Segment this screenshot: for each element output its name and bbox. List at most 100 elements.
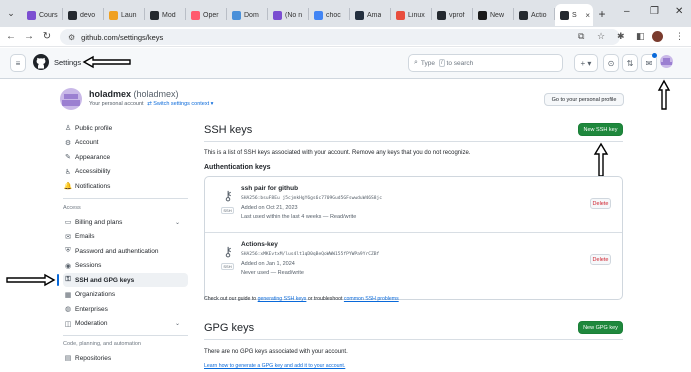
sidebar-divider bbox=[63, 335, 188, 336]
menu-icon[interactable]: ≡ bbox=[10, 54, 26, 72]
new-ssh-key-button[interactable]: New SSH key bbox=[578, 123, 623, 136]
ssh-key-added-date: Added on Jan 1, 2024 bbox=[241, 261, 295, 267]
tab-close-icon[interactable]: × bbox=[585, 11, 590, 20]
sidebar-item-moderation[interactable]: ◫ Moderation ⌄ bbox=[63, 317, 188, 331]
browser-menu-icon[interactable]: ⋮ bbox=[675, 31, 684, 42]
browser-tab[interactable]: Cours bbox=[22, 4, 62, 26]
sidebar-item-label: Enterprises bbox=[75, 305, 108, 313]
credit-card-icon: ▭ bbox=[64, 219, 72, 226]
sidebar-item-emails[interactable]: ✉ Emails bbox=[63, 230, 188, 244]
browser-tab[interactable]: devo bbox=[63, 4, 103, 26]
sidebar-item-notifications[interactable]: 🔔 Notifications bbox=[63, 179, 188, 193]
browser-tab-active[interactable]: S × bbox=[555, 4, 593, 26]
new-tab-button[interactable]: + bbox=[593, 7, 611, 21]
github-logo-icon[interactable] bbox=[33, 54, 49, 70]
browser-tab[interactable]: Actio bbox=[514, 4, 554, 26]
tab-label: Ama bbox=[367, 11, 382, 19]
sidebar-item-public-profile[interactable]: ♙ Public profile bbox=[63, 121, 188, 135]
ssh-key-name: Actions-key bbox=[241, 241, 278, 248]
delete-key-button[interactable]: Delete bbox=[590, 198, 611, 209]
go-to-profile-button[interactable]: Go to your personal profile bbox=[544, 93, 624, 106]
side-panel-icon[interactable]: ◧ bbox=[636, 31, 645, 42]
sidebar-item-ssh-and-gpg-keys[interactable]: ⚿ SSH and GPG keys bbox=[57, 273, 188, 287]
browser-tab[interactable]: (No n bbox=[268, 4, 308, 26]
gear-icon: ⚙ bbox=[64, 139, 72, 147]
browser-tab[interactable]: Laun bbox=[104, 4, 144, 26]
gpg-learn-link[interactable]: Learn how to generate a GPG key and add … bbox=[204, 363, 345, 369]
paintbrush-icon: ✎ bbox=[65, 154, 71, 161]
sidebar-item-organizations[interactable]: ▦ Organizations bbox=[63, 288, 188, 302]
accessibility-icon: ♿ bbox=[64, 168, 72, 176]
sidebar-item-password-and-authentication[interactable]: ⛨ Password and authentication bbox=[63, 244, 188, 258]
forward-arrow-icon[interactable]: → bbox=[20, 31, 38, 42]
sidebar-item-billing-and-plans[interactable]: ▭ Billing and plans ⌄ bbox=[63, 215, 188, 229]
back-arrow-icon[interactable]: ← bbox=[2, 31, 20, 42]
sidebar-item-label: Notifications bbox=[75, 182, 111, 190]
gpg-keys-title: GPG keys bbox=[204, 322, 255, 334]
issues-icon[interactable]: ⊙ bbox=[603, 54, 619, 72]
switch-context-link[interactable]: Switch settings context ▾ bbox=[153, 101, 213, 107]
tab-favicon-icon bbox=[232, 10, 241, 20]
tab-search-chevron-icon[interactable]: ⌄ bbox=[0, 0, 22, 27]
browser-tab[interactable]: vprof bbox=[432, 4, 472, 26]
url-text: github.com/settings/keys bbox=[81, 32, 164, 42]
browser-tab[interactable]: Oper bbox=[186, 4, 226, 26]
site-info-icon[interactable]: ⚙ bbox=[68, 33, 75, 42]
search-icon: ⌕ bbox=[414, 59, 418, 66]
tab-favicon-icon bbox=[273, 10, 282, 20]
user-avatar[interactable] bbox=[660, 55, 673, 68]
browser-profile-avatar[interactable] bbox=[652, 31, 663, 42]
new-gpg-key-button[interactable]: New GPG key bbox=[578, 321, 623, 334]
tab-list: Cours devo Laun Mod Oper Dom (No n choc Ama Linux… bbox=[22, 1, 593, 26]
browser-tab[interactable]: New bbox=[473, 4, 513, 26]
reload-icon[interactable]: ↻ bbox=[38, 31, 56, 42]
sidebar-item-sessions[interactable]: ◉ Sessions bbox=[63, 259, 188, 273]
generating-ssh-keys-link[interactable]: generating SSH keys bbox=[258, 296, 307, 302]
tab-label: Laun bbox=[121, 11, 137, 19]
sidebar-item-repositories[interactable]: ▤ Repositories bbox=[63, 351, 188, 365]
ssh-key-row: ⚷ SSH ssh pair for github SHA256:bsuF8Eu j5… bbox=[204, 180, 623, 230]
tab-label: devo bbox=[80, 11, 96, 19]
window-close-icon[interactable]: ✕ bbox=[675, 6, 683, 17]
extensions-icon[interactable]: ✱ bbox=[617, 31, 625, 42]
auth-keys-heading: Authentication keys bbox=[204, 164, 271, 171]
create-new-button[interactable]: + ▾ bbox=[574, 54, 598, 72]
bookmark-star-icon[interactable]: ☆ bbox=[597, 31, 605, 42]
browser-tab[interactable]: Ama bbox=[350, 4, 390, 26]
sidebar-item-accessibility[interactable]: ♿ Accessibility bbox=[63, 165, 188, 179]
browser-tab[interactable]: Linux bbox=[391, 4, 431, 26]
sidebar-item-label: Accessibility bbox=[75, 168, 111, 175]
delete-key-button[interactable]: Delete bbox=[590, 254, 611, 265]
profile-username: holadmex bbox=[89, 89, 132, 99]
page-title: Settings bbox=[54, 58, 82, 67]
chevron-down-icon[interactable]: ⌄ bbox=[175, 219, 180, 226]
maximize-icon[interactable]: ❐ bbox=[650, 6, 659, 17]
pull-requests-icon[interactable]: ⇅ bbox=[622, 54, 638, 72]
minimize-icon[interactable]: – bbox=[624, 6, 630, 17]
ssh-key-name: ssh pair for github bbox=[241, 185, 299, 192]
tab-favicon-icon bbox=[396, 10, 405, 20]
gpg-empty-text: There are no GPG keys associated with yo… bbox=[204, 349, 348, 355]
chevron-down-icon[interactable]: ⌄ bbox=[175, 320, 180, 327]
sidebar-item-enterprises[interactable]: ◍ Enterprises bbox=[63, 302, 188, 316]
browser-toolbar: ← → ↻ ⚙ github.com/settings/keys ⧉ ☆ ✱ ◧… bbox=[0, 27, 691, 47]
search-shortcut-key: / bbox=[439, 59, 445, 67]
tab-label: S bbox=[572, 11, 577, 19]
sidebar-item-appearance[interactable]: ✎ Appearance bbox=[63, 150, 188, 164]
ssh-key-row: ⚷ SSH Actions-key SHA256:xMKEvtxM/lus4lt1qD… bbox=[204, 236, 623, 286]
sidebar-item-account[interactable]: ⚙ Account bbox=[63, 136, 188, 150]
browser-tab[interactable]: choc bbox=[309, 4, 349, 26]
tab-label: (No n bbox=[285, 11, 303, 19]
tab-favicon-icon bbox=[437, 10, 446, 20]
url-bar[interactable]: ⚙ github.com/settings/keys bbox=[60, 29, 620, 45]
search-input[interactable]: ⌕ Type / to search bbox=[408, 54, 563, 72]
tab-label: Mod bbox=[162, 11, 176, 19]
browser-tab[interactable]: Dom bbox=[227, 4, 267, 26]
install-app-icon[interactable]: ⧉ bbox=[578, 31, 584, 42]
sidebar-item-label: Password and authentication bbox=[75, 247, 159, 255]
browser-tab[interactable]: Mod bbox=[145, 4, 185, 26]
common-ssh-problems-link[interactable]: common SSH problems bbox=[344, 296, 399, 302]
broadcast-icon: ◉ bbox=[64, 262, 72, 270]
annotation-arrow-ssh-nav bbox=[6, 273, 56, 287]
sidebar-item-label: Sessions bbox=[75, 262, 102, 269]
